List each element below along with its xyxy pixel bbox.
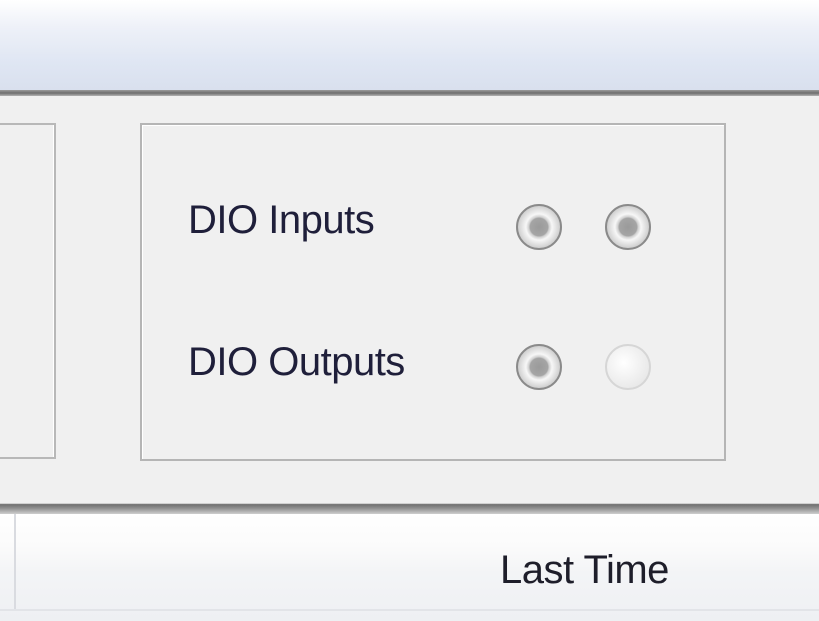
- left-group-box: [0, 123, 56, 459]
- dio-output-1-led-icon: [516, 344, 562, 390]
- header-bottom-line: [0, 609, 819, 611]
- title-bar: [0, 0, 819, 90]
- dio-input-1-led-icon: [516, 204, 562, 250]
- dio-outputs-label: DIO Outputs: [188, 340, 405, 384]
- table-header-row: [0, 514, 819, 621]
- column-divider[interactable]: [14, 514, 16, 609]
- bottom-divider: [0, 490, 819, 514]
- dio-output-2-led-icon: [605, 344, 651, 390]
- dio-input-2-led-icon: [605, 204, 651, 250]
- dio-inputs-label: DIO Inputs: [188, 198, 375, 242]
- dio-group-box: [140, 123, 726, 461]
- column-header-last-time[interactable]: Last Time: [500, 548, 669, 593]
- app-window: DIO Inputs DIO Outputs Last Time: [0, 0, 819, 621]
